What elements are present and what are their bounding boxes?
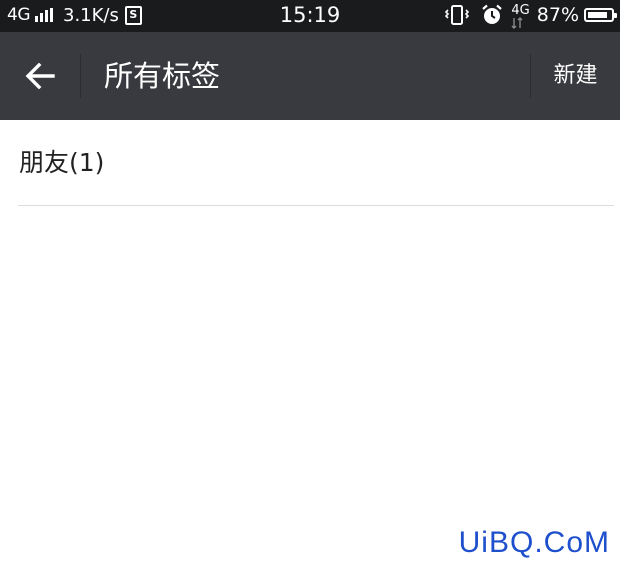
battery-fill <box>588 12 607 18</box>
new-tag-button[interactable]: 新建 <box>531 32 620 120</box>
app-bar-divider <box>80 54 81 98</box>
back-button[interactable] <box>0 32 80 120</box>
tag-list: 朋友(1) <box>0 120 620 206</box>
network-type-right: 4G <box>511 2 530 18</box>
battery-icon <box>584 8 617 22</box>
data-arrows-icon <box>511 17 523 29</box>
vibrate-icon <box>445 5 470 25</box>
page-title: 所有标签 <box>104 59 221 93</box>
battery-percent: 87% <box>536 4 579 26</box>
status-right: 4G 87% <box>445 2 617 29</box>
tag-label: 朋友(1) <box>19 148 105 177</box>
back-arrow-icon <box>25 63 55 89</box>
watermark-logo: UiBQ.CoM <box>458 526 610 559</box>
app-bar: 所有标签 新建 <box>0 32 620 120</box>
alarm-icon <box>481 4 503 26</box>
list-divider <box>18 205 614 206</box>
list-item[interactable]: 朋友(1) <box>0 120 620 206</box>
status-bar: 4G 3.1K/s S 15:19 4G 87% <box>0 0 620 32</box>
